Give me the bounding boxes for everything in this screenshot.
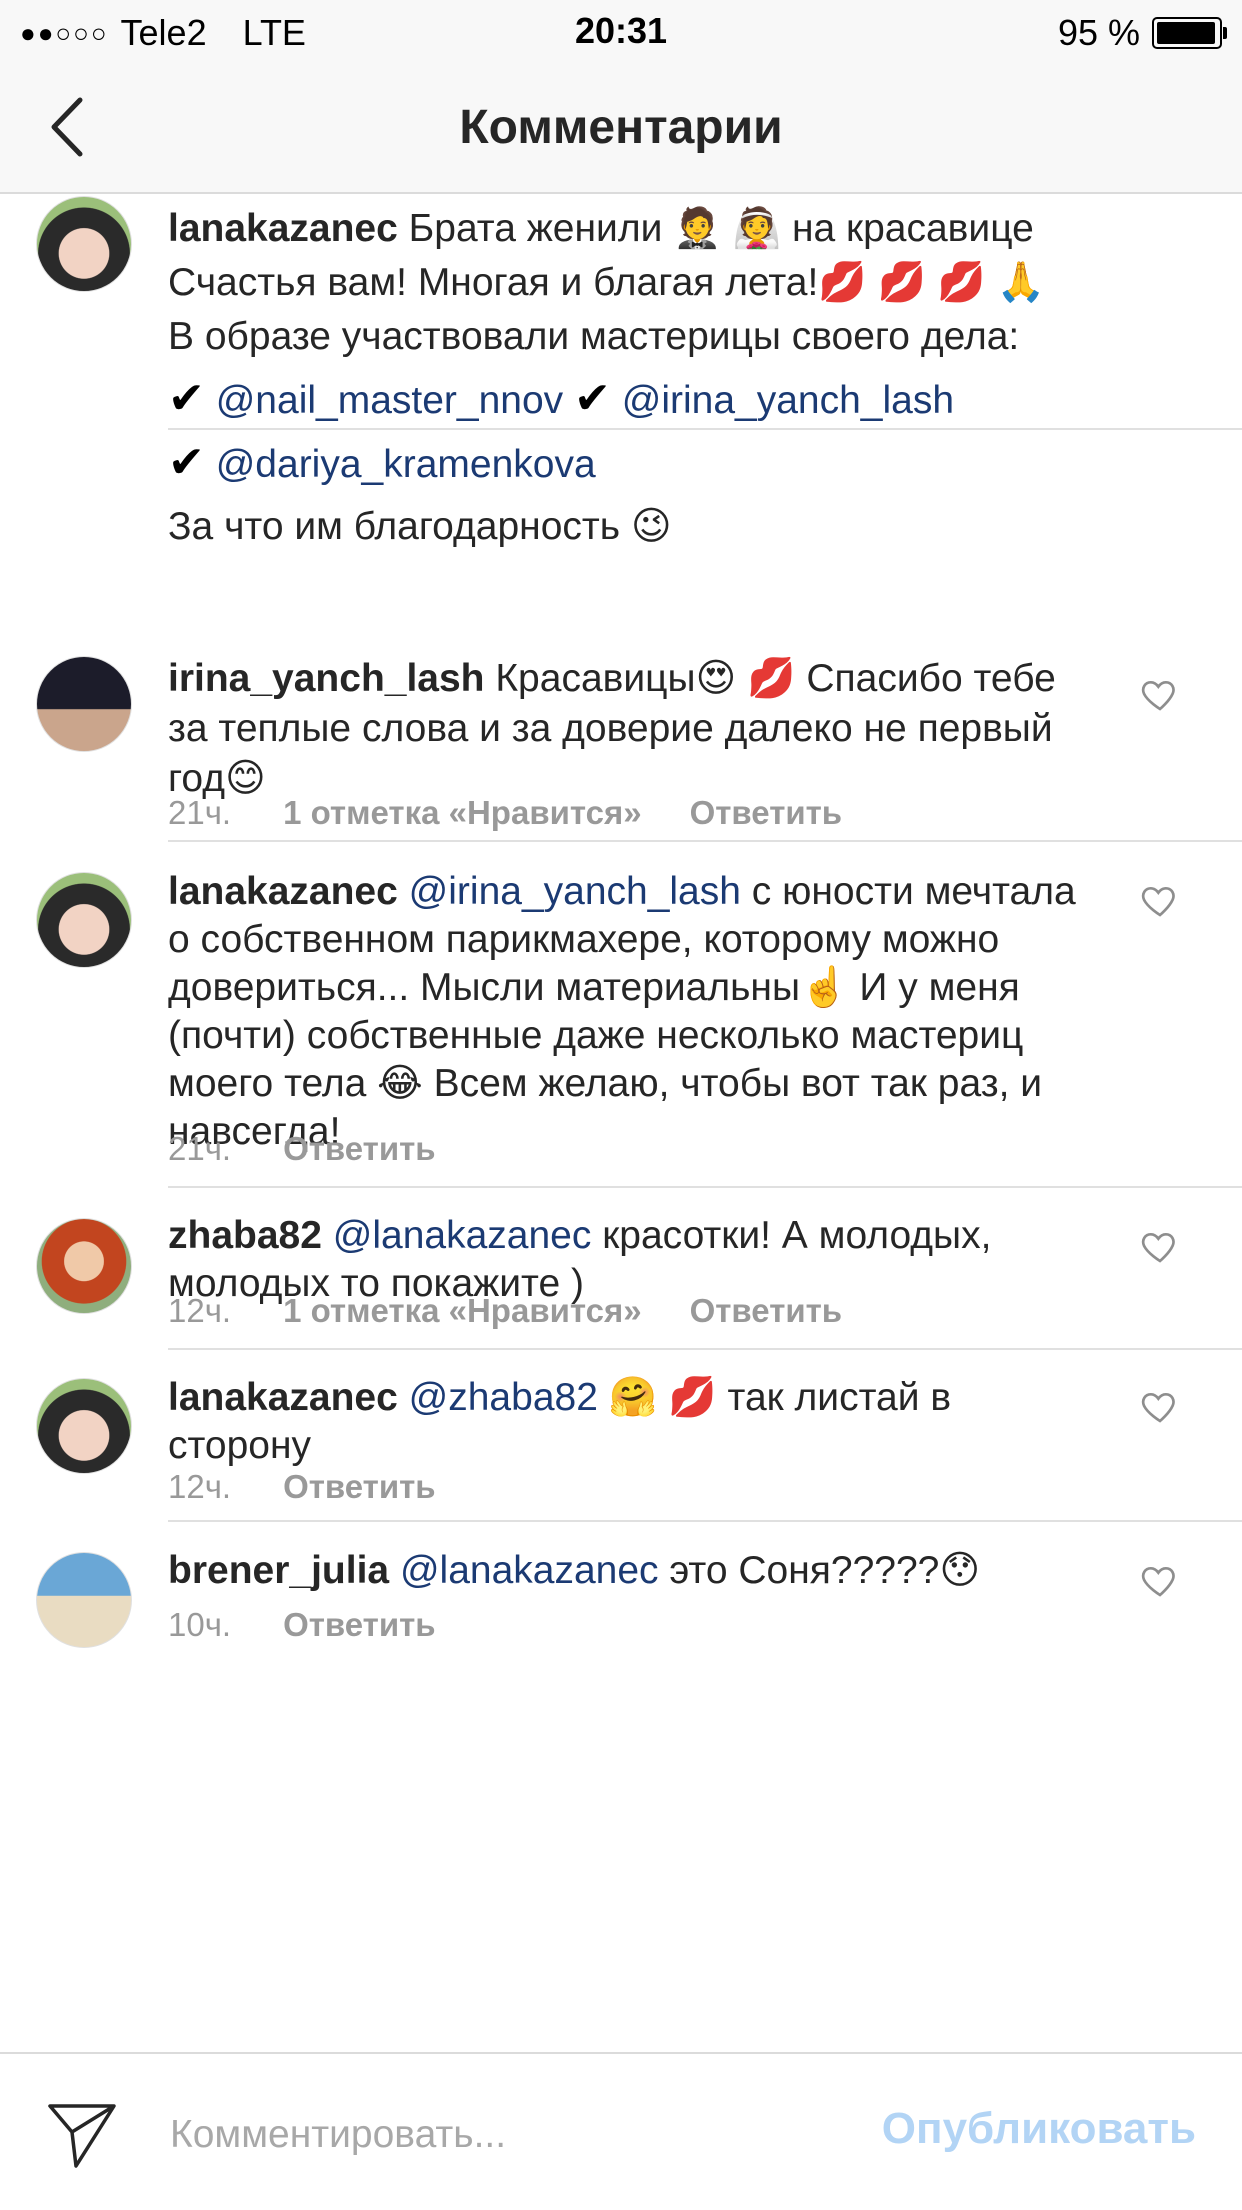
comment-text: За что им благодарность 😉 bbox=[168, 505, 672, 548]
heart-outline-icon[interactable] bbox=[1140, 1560, 1180, 1600]
reply-button[interactable]: Ответить bbox=[283, 1130, 436, 1167]
comment-list[interactable]: lanakazanec Брата женили 🤵 👰 на красавиц… bbox=[0, 192, 1242, 2052]
heart-outline-icon[interactable] bbox=[1140, 880, 1180, 920]
divider bbox=[168, 428, 1242, 430]
page-title: Комментарии bbox=[459, 101, 783, 154]
comment-composer: Опубликовать bbox=[0, 2052, 1242, 2210]
checkmark-icon: ✔ bbox=[574, 374, 611, 423]
heart-outline-icon[interactable] bbox=[1140, 1226, 1180, 1266]
comment-time: 21ч. bbox=[168, 1130, 232, 1167]
comment-text: это Соня?????😯 bbox=[669, 1549, 980, 1592]
mention-link[interactable]: @lanakazanec bbox=[400, 1549, 659, 1592]
status-bar: ●●○○○ Tele2 LTE 20:31 95 % bbox=[0, 0, 1242, 62]
clock: 20:31 bbox=[574, 10, 668, 51]
comment-text: Счастья вам! Многая и благая лета!💋 💋 💋 … bbox=[168, 261, 1046, 304]
avatar[interactable] bbox=[36, 872, 132, 968]
mention-link[interactable]: @lanakazanec bbox=[333, 1214, 592, 1257]
mention-link[interactable]: @irina_yanch_lash bbox=[409, 870, 741, 913]
avatar[interactable] bbox=[36, 656, 132, 752]
comment: zhaba82 @lanakazanec красотки! А молодых… bbox=[0, 1188, 1242, 1350]
comment-time: 12ч. bbox=[168, 1468, 232, 1505]
comment-username[interactable]: irina_yanch_lash bbox=[168, 657, 485, 700]
publish-button[interactable]: Опубликовать bbox=[882, 2104, 1196, 2154]
heart-outline-icon[interactable] bbox=[1140, 674, 1180, 714]
likes-count-link[interactable]: 1 отметка «Нравится» bbox=[283, 1292, 642, 1329]
mention-link[interactable]: @nail_master_nnov bbox=[216, 379, 563, 422]
comment-time: 21ч. bbox=[168, 794, 232, 831]
comment-text: Брата женили 🤵 👰 на красавице bbox=[408, 207, 1034, 250]
checkmark-icon: ✔ bbox=[168, 438, 205, 487]
comment-time: 10ч. bbox=[168, 1606, 232, 1643]
comment-text: В образе участвовали мастерицы своего де… bbox=[168, 315, 1020, 358]
comment: brener_julia @lanakazanec это Соня?????😯… bbox=[0, 1522, 1242, 1672]
reply-button[interactable]: Ответить bbox=[690, 794, 843, 831]
mention-link[interactable]: @irina_yanch_lash bbox=[622, 379, 954, 422]
comment: irina_yanch_lash Красавицы😍 💋 Спасибо те… bbox=[0, 604, 1242, 842]
comment-time: 12ч. bbox=[168, 1292, 232, 1329]
reply-button[interactable]: Ответить bbox=[283, 1468, 436, 1505]
comment-username[interactable]: lanakazanec bbox=[168, 870, 398, 913]
reply-button[interactable]: Ответить bbox=[690, 1292, 843, 1329]
caption-comment: lanakazanec Брата женили 🤵 👰 на красавиц… bbox=[0, 192, 1242, 604]
comment-username[interactable]: brener_julia bbox=[168, 1549, 389, 1592]
avatar[interactable] bbox=[36, 1552, 132, 1648]
comment: lanakazanec @zhaba82 🤗 💋 так листай в ст… bbox=[0, 1350, 1242, 1522]
avatar[interactable] bbox=[36, 196, 132, 292]
comment-username[interactable]: lanakazanec bbox=[168, 1376, 398, 1419]
avatar[interactable] bbox=[36, 1378, 132, 1474]
mention-link[interactable]: @zhaba82 bbox=[409, 1376, 598, 1419]
mention-link[interactable]: @dariya_kramenkova bbox=[216, 443, 596, 486]
comment-username[interactable]: zhaba82 bbox=[168, 1214, 322, 1257]
comment: lanakazanec @irina_yanch_lash с юности м… bbox=[0, 842, 1242, 1188]
heart-outline-icon[interactable] bbox=[1140, 1386, 1180, 1426]
battery-icon bbox=[1152, 17, 1227, 49]
comment-username[interactable]: lanakazanec bbox=[168, 207, 398, 250]
nav-bar: Комментарии bbox=[0, 62, 1242, 194]
reply-button[interactable]: Ответить bbox=[283, 1606, 436, 1643]
avatar[interactable] bbox=[36, 1218, 132, 1314]
likes-count-link[interactable]: 1 отметка «Нравится» bbox=[283, 794, 642, 831]
paper-plane-icon[interactable] bbox=[46, 2100, 118, 2168]
battery-percent: 95 % bbox=[1057, 12, 1140, 53]
checkmark-icon: ✔ bbox=[168, 374, 205, 423]
comment-input[interactable] bbox=[168, 2098, 812, 2172]
